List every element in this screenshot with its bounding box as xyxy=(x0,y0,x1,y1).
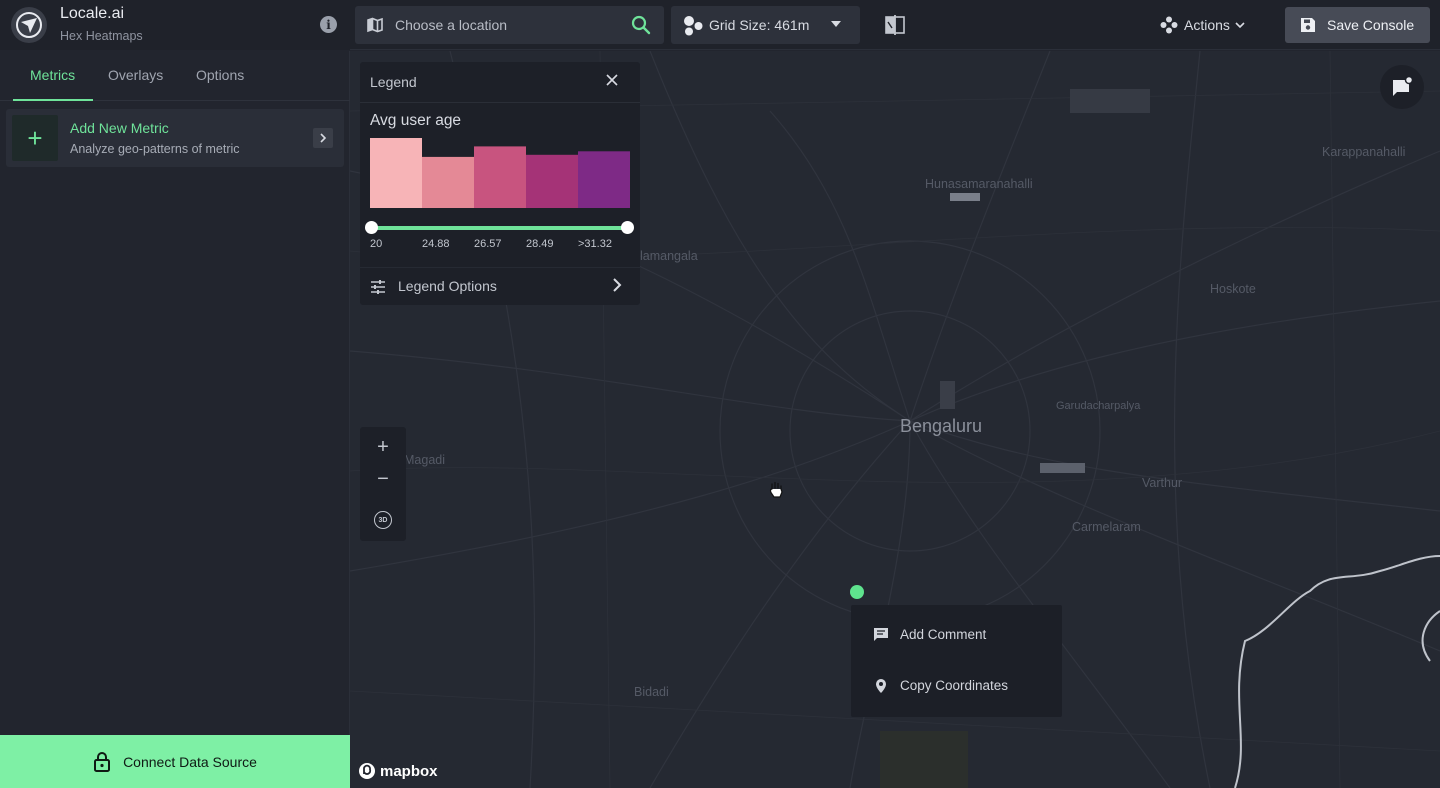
legend-tick: 20 xyxy=(370,238,383,250)
top-bar: Locale.ai Hex Heatmaps i Grid Size: 461 xyxy=(0,0,1440,50)
comment-icon xyxy=(874,628,888,641)
plus-icon: + xyxy=(12,115,58,161)
tab-options[interactable]: Options xyxy=(196,67,244,83)
grid-size-dropdown[interactable]: Grid Size: 461m xyxy=(671,6,860,44)
chevron-right-icon[interactable] xyxy=(313,128,333,148)
map-context-menu: Add Comment Copy Coordinates xyxy=(851,605,1062,717)
legend-histogram xyxy=(370,138,630,208)
add-metric-title: Add New Metric xyxy=(70,120,169,136)
range-handle-max[interactable] xyxy=(621,221,634,234)
lock-icon xyxy=(94,751,111,772)
search-icon[interactable] xyxy=(631,15,651,35)
connect-data-source-button[interactable]: Connect Data Source xyxy=(0,735,350,788)
app-name: Locale.ai xyxy=(60,5,125,22)
legend-bar xyxy=(422,156,474,208)
legend-panel: Legend Avg user age 20 24.88 26.57 28.49… xyxy=(360,62,640,305)
hex-grid-icon xyxy=(684,16,703,36)
brand: Locale.ai Hex Heatmaps i xyxy=(0,0,350,50)
zoom-in-button[interactable]: + xyxy=(360,431,406,463)
place-label: Bidadi xyxy=(634,685,669,699)
add-new-metric-card[interactable]: + Add New Metric Analyze geo-patterns of… xyxy=(6,109,344,167)
city-label: Bengaluru xyxy=(900,416,983,436)
place-label: Hoskote xyxy=(1210,282,1256,296)
place-label: Magadi xyxy=(404,453,445,467)
caret-down-icon xyxy=(831,21,841,27)
place-label: Karappanahalli xyxy=(1322,145,1406,159)
sidebar-tabs: Metrics Overlays Options xyxy=(0,51,350,101)
close-icon[interactable] xyxy=(606,74,618,86)
compare-split-icon[interactable] xyxy=(884,14,906,36)
add-metric-description: Analyze geo-patterns of metric xyxy=(70,142,240,156)
save-console-label: Save Console xyxy=(1327,17,1415,33)
legend-metric-name: Avg user age xyxy=(370,112,462,129)
legend-bar xyxy=(474,146,526,208)
actions-label: Actions xyxy=(1184,17,1230,33)
range-handle-min[interactable] xyxy=(365,221,378,234)
app-subtitle: Hex Heatmaps xyxy=(60,29,143,43)
actions-menu[interactable]: Actions xyxy=(1160,14,1245,36)
mapbox-logo-icon xyxy=(359,763,375,779)
sidebar: Metrics Overlays Options + Add New Metri… xyxy=(0,51,350,788)
add-comment-label: Add Comment xyxy=(900,627,987,642)
location-input[interactable] xyxy=(395,6,625,44)
mapbox-attribution[interactable]: mapbox xyxy=(358,762,438,780)
chevron-right-icon xyxy=(613,278,622,292)
mapbox-label: mapbox xyxy=(380,762,438,780)
sliders-icon xyxy=(371,280,385,294)
location-search xyxy=(355,6,664,44)
legend-options-button[interactable]: Legend Options xyxy=(370,276,630,298)
place-label: Hunasamaranahalli xyxy=(925,177,1033,191)
app: Locale.ai Hex Heatmaps i Grid Size: 461 xyxy=(0,0,1440,788)
selected-point-marker[interactable] xyxy=(850,585,864,599)
copy-coordinates-menu-item[interactable]: Copy Coordinates xyxy=(851,666,1062,706)
save-console-button[interactable]: Save Console xyxy=(1285,7,1430,43)
tab-metrics[interactable]: Metrics xyxy=(30,67,75,83)
locale-logo-icon xyxy=(11,7,47,43)
chevron-down-icon xyxy=(1235,22,1245,29)
zoom-out-button[interactable]: − xyxy=(360,463,406,495)
connect-data-source-label: Connect Data Source xyxy=(123,753,257,770)
legend-bar xyxy=(526,154,578,208)
active-tab-indicator xyxy=(13,99,93,101)
location-pin-icon xyxy=(876,679,886,693)
add-comment-menu-item[interactable]: Add Comment xyxy=(851,615,1062,655)
place-label: Garudacharpalya xyxy=(1056,400,1141,412)
legend-title: Legend xyxy=(370,74,417,90)
place-label: Varthur xyxy=(1142,476,1183,490)
save-icon xyxy=(1301,18,1315,32)
hand-cursor-icon xyxy=(769,481,783,498)
comments-button[interactable] xyxy=(1380,65,1424,109)
info-icon[interactable]: i xyxy=(320,16,337,33)
place-label: Carmelaram xyxy=(1072,520,1141,534)
map-canvas[interactable]: Hunasamaranahalli Karappanahalli Hoskote… xyxy=(350,51,1440,788)
grid-size-label: Grid Size: 461m xyxy=(709,17,810,33)
comment-flag-icon xyxy=(1393,76,1413,96)
legend-divider xyxy=(360,102,640,103)
tab-overlays[interactable]: Overlays xyxy=(108,67,163,83)
legend-divider xyxy=(360,267,640,268)
copy-coordinates-label: Copy Coordinates xyxy=(900,678,1009,693)
legend-tick: 24.88 xyxy=(422,238,450,250)
legend-ticks: 20 24.88 26.57 28.49 >31.32 xyxy=(370,238,630,252)
legend-range-slider[interactable] xyxy=(365,221,634,234)
actions-icon xyxy=(1160,16,1178,34)
legend-bar xyxy=(578,151,630,208)
map-icon xyxy=(367,17,383,33)
legend-tick: 26.57 xyxy=(474,238,502,250)
legend-options-label: Legend Options xyxy=(398,278,497,294)
legend-tick: >31.32 xyxy=(578,238,612,250)
map-navigation-controls: + − 3D xyxy=(360,427,406,541)
legend-bar xyxy=(370,138,422,208)
3d-toggle-icon[interactable]: 3D xyxy=(374,511,392,529)
legend-tick: 28.49 xyxy=(526,238,554,250)
